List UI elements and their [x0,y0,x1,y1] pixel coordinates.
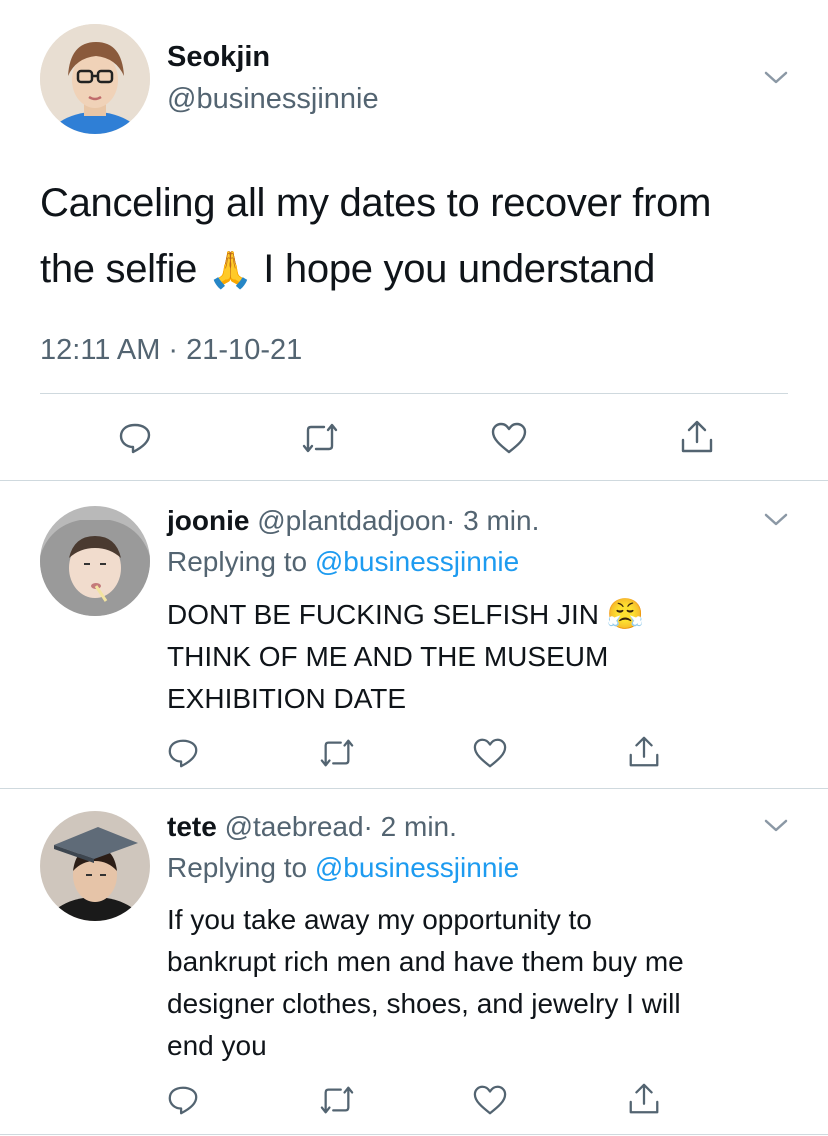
reply-text-line: THINK OF ME AND THE MUSEUM [167,641,609,672]
avatar[interactable] [40,811,150,921]
handle[interactable]: @taebread [225,811,364,842]
share-icon[interactable] [678,418,716,456]
tweet-text-fragment: I hope you understand [263,247,656,291]
reply-text-line: end you [167,1030,267,1061]
chevron-down-icon[interactable] [762,816,790,836]
timestamp[interactable]: 12:11 AM · 21-10-21 [40,334,302,367]
timestamp: · 2 min. [363,811,457,842]
reply-header: tete @taebread· 2 min. [167,811,457,843]
divider [0,1134,828,1135]
retweet-icon[interactable] [300,420,340,456]
share-icon[interactable] [626,1081,662,1117]
handle[interactable]: @businessjinnie [167,83,379,116]
reply-text: DONT BE FUCKING SELFISH JIN 😤 THINK OF M… [167,594,644,720]
replying-to-label: Replying to [167,852,308,883]
divider [0,788,828,789]
like-icon[interactable] [472,1083,508,1117]
reply-text-fragment: DONT BE FUCKING SELFISH JIN [167,599,599,630]
reply-icon[interactable] [166,1083,200,1117]
pray-emoji: 🙏 [207,249,253,290]
handle[interactable]: @plantdadjoon [257,505,446,536]
reply-text-line: EXHIBITION DATE [167,683,407,714]
timestamp: · 3 min. [446,505,540,536]
tweet-text-fragment: the selfie [40,247,198,291]
display-name[interactable]: Seokjin [167,41,270,74]
angry-emoji: 😤 [606,598,645,631]
display-name[interactable]: joonie [167,505,249,536]
reply-text-line: If you take away my opportunity to [167,904,592,935]
reply-header: joonie @plantdadjoon· 3 min. [167,505,539,537]
replying-to-handle[interactable]: @businessjinnie [315,546,519,577]
retweet-icon[interactable] [318,736,356,770]
avatar[interactable] [40,24,150,134]
reply-icon[interactable] [166,736,200,770]
tweet-text-line: the selfie 🙏 I hope you understand [40,236,800,303]
replying-to: Replying to @businessjinnie [167,546,519,578]
share-icon[interactable] [626,734,662,770]
divider [40,393,788,394]
reply-text-line: bankrupt rich men and have them buy me [167,946,684,977]
replying-to-label: Replying to [167,546,308,577]
reply-text-line: designer clothes, shoes, and jewelry I w… [167,988,681,1019]
chevron-down-icon[interactable] [762,510,790,530]
display-name[interactable]: tete [167,811,217,842]
replying-to-handle[interactable]: @businessjinnie [315,852,519,883]
like-icon[interactable] [490,420,528,456]
reply-text: If you take away my opportunity to bankr… [167,899,684,1067]
tweet-text-line: Canceling all my dates to recover from [40,181,712,225]
like-icon[interactable] [472,736,508,770]
divider [0,480,828,481]
chevron-down-icon[interactable] [762,68,790,88]
reply-icon[interactable] [117,420,153,456]
reply-text-line: DONT BE FUCKING SELFISH JIN 😤 [167,594,644,636]
replying-to: Replying to @businessjinnie [167,852,519,884]
tweet-text: Canceling all my dates to recover from t… [40,170,800,303]
retweet-icon[interactable] [318,1083,356,1117]
avatar[interactable] [40,506,150,616]
